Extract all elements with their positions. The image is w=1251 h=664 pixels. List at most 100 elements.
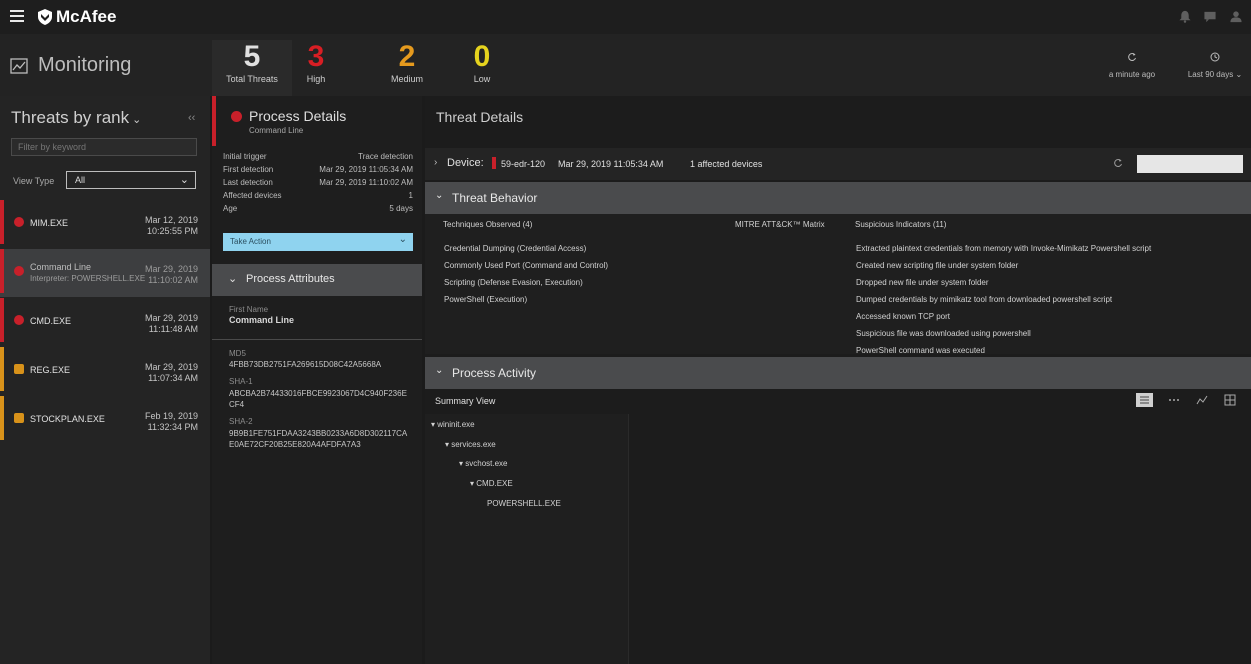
graph-view-icon[interactable]	[1195, 393, 1209, 407]
date-range-control[interactable]: Last 90 days ⌄	[1183, 52, 1247, 79]
threat-list-item[interactable]: STOCKPLAN.EXE Feb 19, 2019 11:32:34 PM	[0, 396, 210, 444]
list-view-icon	[1140, 396, 1149, 404]
stat-low[interactable]: 0 Low	[462, 40, 502, 84]
sha1-label: SHA-1	[229, 377, 253, 386]
tree-node[interactable]: ▾ services.exe	[445, 440, 496, 449]
process-attributes-header[interactable]: ⌄ Process Attributes	[212, 264, 422, 296]
stat-label: Medium	[390, 74, 423, 84]
detail-label: Last detection	[223, 178, 273, 187]
stat-total-threats[interactable]: 5 Total Threats	[212, 40, 292, 98]
threat-list-panel: Threats by rank ⌄ ‹‹ View Type All ⌄ MIM…	[0, 96, 210, 664]
detail-row: Initial trigger Trace detection	[223, 152, 413, 161]
indicator-item[interactable]: Dumped credentials by mimikatz tool from…	[856, 295, 1112, 304]
detail-label: First detection	[223, 165, 274, 174]
collapse-icon[interactable]: ‹‹	[188, 112, 195, 124]
grid-view-icon[interactable]	[1223, 393, 1237, 407]
device-time: Mar 29, 2019 11:05:34 AM	[558, 159, 664, 169]
severity-bar	[0, 200, 4, 244]
threat-date: Feb 19, 2019 11:32:34 PM	[145, 411, 198, 433]
threat-list-item[interactable]: REG.EXE Mar 29, 2019 11:07:34 AM	[0, 347, 210, 395]
more-icon[interactable]	[1167, 393, 1181, 407]
threat-name: STOCKPLAN.EXE	[30, 414, 105, 424]
indicator-item[interactable]: Suspicious file was downloaded using pow…	[856, 329, 1031, 338]
user-icon[interactable]	[1229, 10, 1243, 23]
monitoring-chart-icon	[10, 57, 28, 74]
list-view-button[interactable]	[1136, 393, 1153, 407]
message-icon[interactable]	[1203, 10, 1217, 23]
threat-list-item[interactable]: CMD.EXE Mar 29, 2019 11:11:48 AM	[0, 298, 210, 346]
header-strip	[0, 34, 1251, 96]
tree-node-label: CMD.EXE	[476, 479, 513, 488]
threats-by-rank-title[interactable]: Threats by rank ⌄	[11, 108, 141, 128]
threat-list-item[interactable]: MIM.EXE Mar 12, 2019 10:25:55 PM	[0, 200, 210, 248]
refresh-icon	[1128, 53, 1136, 62]
process-details-subtitle: Command Line	[249, 126, 304, 135]
threat-subtitle: Interpreter: POWERSHELL.EXE	[30, 274, 146, 283]
medium-severity-icon	[14, 364, 24, 374]
threat-date-time: 11:11:48 AM	[148, 324, 198, 334]
device-action-field[interactable]	[1137, 155, 1243, 173]
process-activity-header[interactable]: ⌄ Process Activity	[425, 357, 1251, 389]
chevron-down-icon: ⌄	[435, 365, 444, 376]
filter-keyword-input[interactable]	[11, 138, 197, 156]
view-type-select[interactable]: All ⌄	[66, 171, 196, 189]
threat-date: Mar 29, 2019 11:10:02 AM	[145, 264, 198, 286]
threat-name: CMD.EXE	[30, 316, 72, 326]
threat-date: Mar 29, 2019 11:07:34 AM	[145, 362, 198, 384]
take-action-dropdown[interactable]: Take Action ⌄	[223, 233, 413, 251]
technique-item[interactable]: Commonly Used Port (Command and Control)	[444, 261, 608, 270]
stat-label: High	[306, 74, 326, 84]
indicator-item[interactable]: Dropped new file under system folder	[856, 278, 989, 287]
indicator-item[interactable]: Accessed known TCP port	[856, 312, 950, 321]
stat-value: 2	[398, 40, 416, 73]
process-activity-title: Process Activity	[452, 366, 537, 380]
tree-node[interactable]: ▾ CMD.EXE	[470, 479, 513, 488]
stat-label: Low	[473, 74, 491, 84]
threat-date-time: 11:10:02 AM	[148, 275, 198, 285]
tree-node[interactable]: ▾ wininit.exe	[431, 420, 475, 429]
tree-node[interactable]: ▾ svchost.exe	[459, 459, 508, 468]
take-action-label: Take Action	[230, 237, 271, 246]
mitre-header[interactable]: MITRE ATT&CK™ Matrix	[735, 220, 825, 229]
sha2-value: 9B9B1FE751FDAA3243BB0233A6D8D302117CAE0A…	[229, 429, 408, 449]
chevron-right-icon: ›	[434, 157, 438, 168]
refresh-icon[interactable]	[1113, 158, 1123, 168]
summary-view-label: Summary View	[435, 396, 496, 406]
high-severity-icon	[14, 217, 24, 227]
chevron-down-icon: ⌄	[129, 114, 142, 126]
detail-value: 5 days	[389, 204, 413, 213]
chevron-down-icon: ⌄	[1235, 70, 1243, 79]
threat-date-time: 10:25:55 PM	[146, 226, 198, 236]
medium-severity-icon	[14, 413, 24, 423]
device-label: Device:	[447, 157, 484, 169]
high-severity-icon	[14, 266, 24, 276]
tree-node-label: svchost.exe	[465, 459, 508, 468]
threat-name: MIM.EXE	[30, 218, 69, 228]
sha2-label: SHA-2	[229, 417, 253, 426]
threat-behavior-title: Threat Behavior	[452, 191, 538, 205]
technique-item[interactable]: Credential Dumping (Credential Access)	[444, 244, 586, 253]
threat-list-item-selected[interactable]: Command Line Interpreter: POWERSHELL.EXE…	[0, 249, 210, 297]
menu-icon[interactable]	[10, 10, 24, 22]
top-bar: McAfee	[0, 0, 1251, 35]
indicator-item[interactable]: PowerShell command was executed	[856, 346, 985, 355]
detail-label: Age	[223, 204, 238, 213]
threat-name: Command Line	[30, 262, 92, 272]
bell-icon[interactable]	[1178, 10, 1192, 23]
indicator-item[interactable]: Created new scripting file under system …	[856, 261, 1018, 270]
stat-high[interactable]: 3 High	[296, 40, 336, 84]
stat-medium[interactable]: 2 Medium	[380, 40, 434, 84]
high-severity-icon	[14, 315, 24, 325]
threat-date-day: Mar 29, 2019	[144, 264, 198, 274]
detail-row: Affected devices 1	[223, 191, 413, 200]
process-attributes-title: Process Attributes	[246, 273, 335, 285]
technique-item[interactable]: Scripting (Defense Evasion, Execution)	[444, 278, 583, 287]
threat-behavior-header[interactable]: ⌄ Threat Behavior	[425, 182, 1251, 214]
device-row[interactable]: › Device: 59-edr-120 Mar 29, 2019 11:05:…	[425, 148, 1251, 180]
tree-node[interactable]: POWERSHELL.EXE	[487, 499, 561, 508]
detail-label: Initial trigger	[223, 152, 267, 161]
refresh-control[interactable]: a minute ago	[1100, 52, 1164, 79]
indicator-item[interactable]: Extracted plaintext credentials from mem…	[856, 244, 1151, 253]
chevron-down-icon: ⌄	[435, 190, 444, 201]
technique-item[interactable]: PowerShell (Execution)	[444, 295, 527, 304]
